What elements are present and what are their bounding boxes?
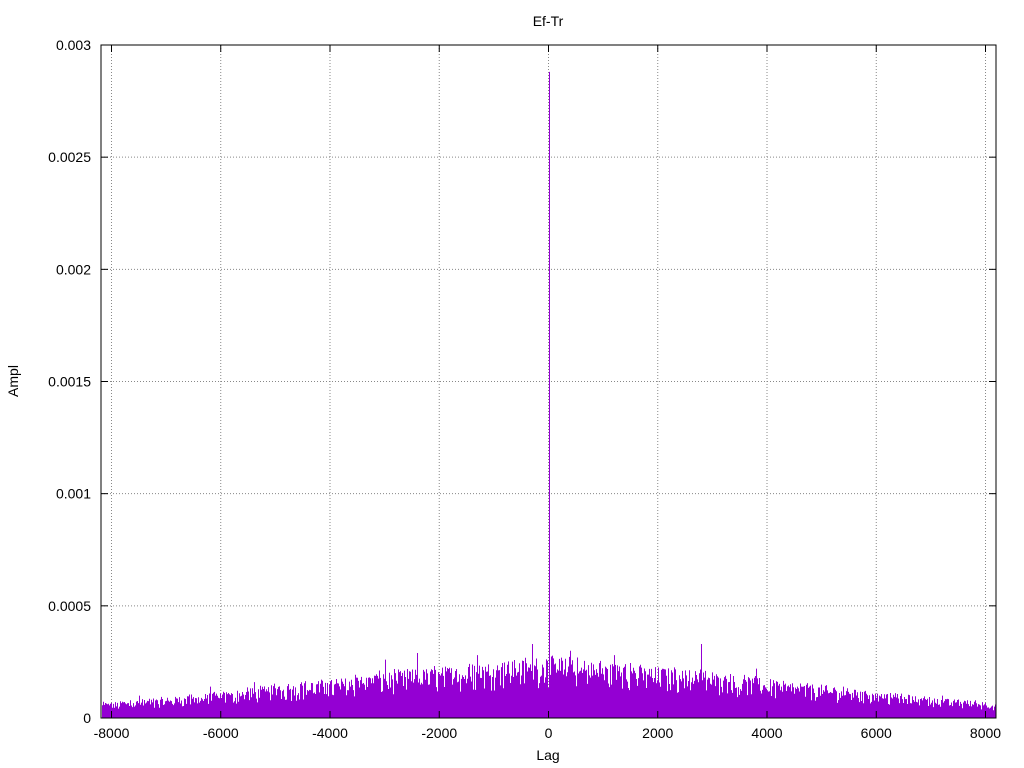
chart: Ef-Tr -8000 -6000 -4000 -2000 0 2000 4000 6000 8… xyxy=(5,13,1001,763)
x-axis-label: Lag xyxy=(536,747,559,763)
x-tick-label: 8000 xyxy=(970,725,1001,741)
y-axis-label: Ampl xyxy=(5,365,21,397)
x-tick-label: -4000 xyxy=(312,725,348,741)
x-tick-label: -6000 xyxy=(203,725,239,741)
y-tick-label: 0.001 xyxy=(56,486,91,502)
y-tick-label: 0 xyxy=(83,710,91,726)
chart-title: Ef-Tr xyxy=(533,13,564,29)
x-tick-label: -8000 xyxy=(94,725,130,741)
y-tick-label: 0.0005 xyxy=(48,598,91,614)
x-tick-label: 2000 xyxy=(642,725,673,741)
grid xyxy=(101,44,996,719)
y-tick-label: 0.0025 xyxy=(48,149,91,165)
x-tick-label: -2000 xyxy=(421,725,457,741)
y-tick-label: 0.003 xyxy=(56,37,91,53)
y-tick-label: 0.0015 xyxy=(48,374,91,390)
y-tick-label: 0.002 xyxy=(56,261,91,277)
x-tick-label: 0 xyxy=(545,725,553,741)
ticks: -8000 -6000 -4000 -2000 0 2000 4000 6000 8000 0 0.… xyxy=(48,37,1001,741)
x-tick-label: 6000 xyxy=(861,725,892,741)
x-tick-label: 4000 xyxy=(751,725,782,741)
data-series xyxy=(102,71,996,718)
